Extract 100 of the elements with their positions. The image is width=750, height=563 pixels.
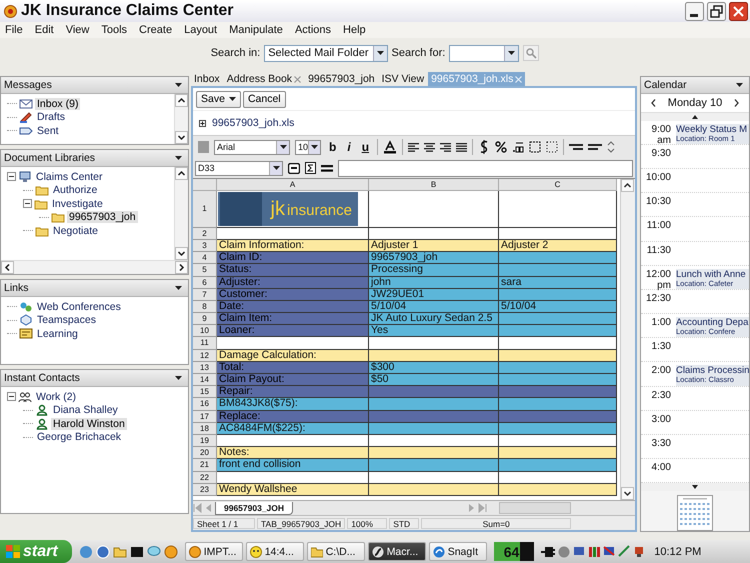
save-menu-button[interactable]: Save [196, 90, 241, 108]
vertical-scrollbar[interactable] [174, 94, 188, 144]
format-button[interactable]: u [358, 140, 372, 154]
menu-item[interactable]: Help [343, 24, 366, 36]
row-number: 4 [193, 252, 217, 264]
previous-day-icon[interactable] [650, 98, 656, 107]
close-button[interactable] [729, 2, 748, 20]
action-button[interactable]: Cancel [242, 90, 286, 108]
tree-item[interactable]: Work (2) [34, 390, 78, 402]
increase-indent-icon[interactable] [588, 142, 602, 152]
format-button[interactable]: i [344, 140, 354, 154]
status-text: STD [389, 518, 420, 528]
menu-item[interactable]: Manipulate [229, 24, 283, 36]
table-cell: Total: [217, 362, 369, 374]
font-size-dropdown[interactable]: 10 [295, 140, 321, 154]
tree-item[interactable]: 99657903_joh [67, 211, 138, 223]
align-left-icon[interactable] [408, 142, 420, 152]
minus-box-icon[interactable] [7, 392, 16, 401]
coin-icon[interactable] [164, 544, 178, 558]
search-field[interactable] [449, 44, 520, 62]
tab[interactable]: ISV View [378, 72, 428, 86]
taskbar-button[interactable]: SnagIt [428, 542, 487, 561]
orb-icon[interactable] [96, 544, 110, 558]
next-day-icon[interactable] [734, 98, 740, 107]
minimize-button[interactable] [685, 2, 704, 20]
restore-button[interactable] [707, 2, 726, 20]
search-scope-dropdown[interactable]: Selected Mail Folder [264, 44, 388, 62]
minus-box-icon[interactable] [7, 172, 16, 181]
equals-icon[interactable] [321, 164, 333, 172]
row-number: 19 [193, 434, 217, 448]
row-number: 17 [193, 410, 217, 423]
menu-item[interactable]: Create [139, 24, 172, 36]
row-number: 16 [193, 398, 217, 411]
table-cell: Loaner: [217, 325, 369, 338]
taskbar-button[interactable]: Macr... [368, 542, 426, 561]
tree-item[interactable]: Investigate [50, 198, 105, 210]
cell-reference-dropdown[interactable]: D33 [195, 160, 283, 176]
plug-icon[interactable] [541, 544, 556, 558]
function-icon[interactable] [288, 162, 300, 174]
event-title: Accounting Depa [676, 317, 749, 328]
table-cell: Notes: [217, 447, 369, 460]
tree-item[interactable]: Teamspaces [35, 314, 98, 326]
font-color-icon[interactable] [383, 140, 398, 154]
tree-item[interactable]: Inbox (9) [35, 98, 80, 110]
menu-item[interactable]: Edit [34, 24, 54, 36]
table-cell: sara [499, 276, 617, 289]
currency-icon[interactable] [478, 140, 490, 154]
format-button[interactable]: b [326, 140, 340, 154]
decrease-indent-icon[interactable] [569, 142, 584, 152]
menu-item[interactable]: Actions [294, 24, 332, 36]
menu-item[interactable]: View [66, 24, 90, 36]
tree-item[interactable]: Authorize [51, 184, 100, 196]
bars-icon[interactable] [588, 544, 600, 558]
tree-item[interactable]: Harold Winston [51, 418, 127, 430]
vertical-scrollbar[interactable] [620, 179, 635, 500]
scroll-up-icon[interactable] [175, 94, 188, 107]
scroll-up-icon[interactable] [175, 167, 188, 180]
scroll-down-icon[interactable] [175, 247, 188, 260]
formula-field[interactable] [338, 160, 633, 176]
time-label: am [656, 134, 671, 146]
scroll-up-icon[interactable] [621, 179, 634, 192]
align-right-icon[interactable] [440, 142, 452, 152]
tab[interactable]: 99657903_joh [305, 72, 378, 86]
tree-item[interactable]: Sent [35, 124, 61, 136]
tree-item[interactable]: Diana Shalley [51, 404, 120, 416]
tree-item[interactable]: George Brichacek [35, 431, 124, 443]
font-dropdown[interactable]: Arial [214, 140, 290, 154]
taskbar-button[interactable]: C:\D... [306, 542, 365, 561]
minus-box-icon[interactable] [23, 199, 32, 208]
scroll-right-icon[interactable] [175, 261, 188, 274]
spinner-icon[interactable] [607, 140, 616, 154]
justify-icon[interactable] [456, 142, 468, 152]
horizontal-scrollbar[interactable] [1, 260, 188, 274]
vertical-scrollbar[interactable] [174, 167, 188, 260]
tree-item[interactable]: Negotiate [51, 224, 100, 236]
expand-plus-icon[interactable] [199, 120, 206, 126]
menu-item[interactable]: Tools [101, 24, 128, 36]
row-number: 9 [193, 313, 217, 326]
taskbar-button[interactable]: IMPT... [184, 542, 243, 561]
menu-item[interactable]: Layout [184, 24, 218, 36]
tab[interactable]: Inbox [191, 72, 223, 86]
sheet-tab[interactable]: 99657903_JOH [215, 502, 294, 514]
tree-item[interactable]: Learning [35, 328, 80, 340]
tree-item[interactable]: Claims Center [34, 170, 105, 182]
percent-icon[interactable] [495, 141, 508, 153]
coin-icon [188, 546, 201, 558]
folder-icon [34, 198, 48, 210]
scroll-down-icon[interactable] [621, 487, 634, 500]
tab[interactable]: Address Book [224, 72, 304, 86]
menu-item[interactable]: File [5, 24, 23, 36]
taskbar-button[interactable]: 14:4... [246, 542, 304, 561]
scroll-left-icon[interactable] [1, 261, 14, 274]
tree-item[interactable]: Web Conferences [35, 300, 123, 312]
tree-item[interactable]: Drafts [35, 111, 68, 123]
mini-calendar-drawing[interactable] [677, 495, 713, 531]
sum-icon[interactable] [305, 162, 316, 174]
horizontal-scrollbar[interactable] [499, 502, 572, 514]
scroll-down-icon[interactable] [175, 131, 188, 144]
align-center-icon[interactable] [424, 142, 436, 152]
terminal-icon[interactable] [130, 544, 144, 558]
